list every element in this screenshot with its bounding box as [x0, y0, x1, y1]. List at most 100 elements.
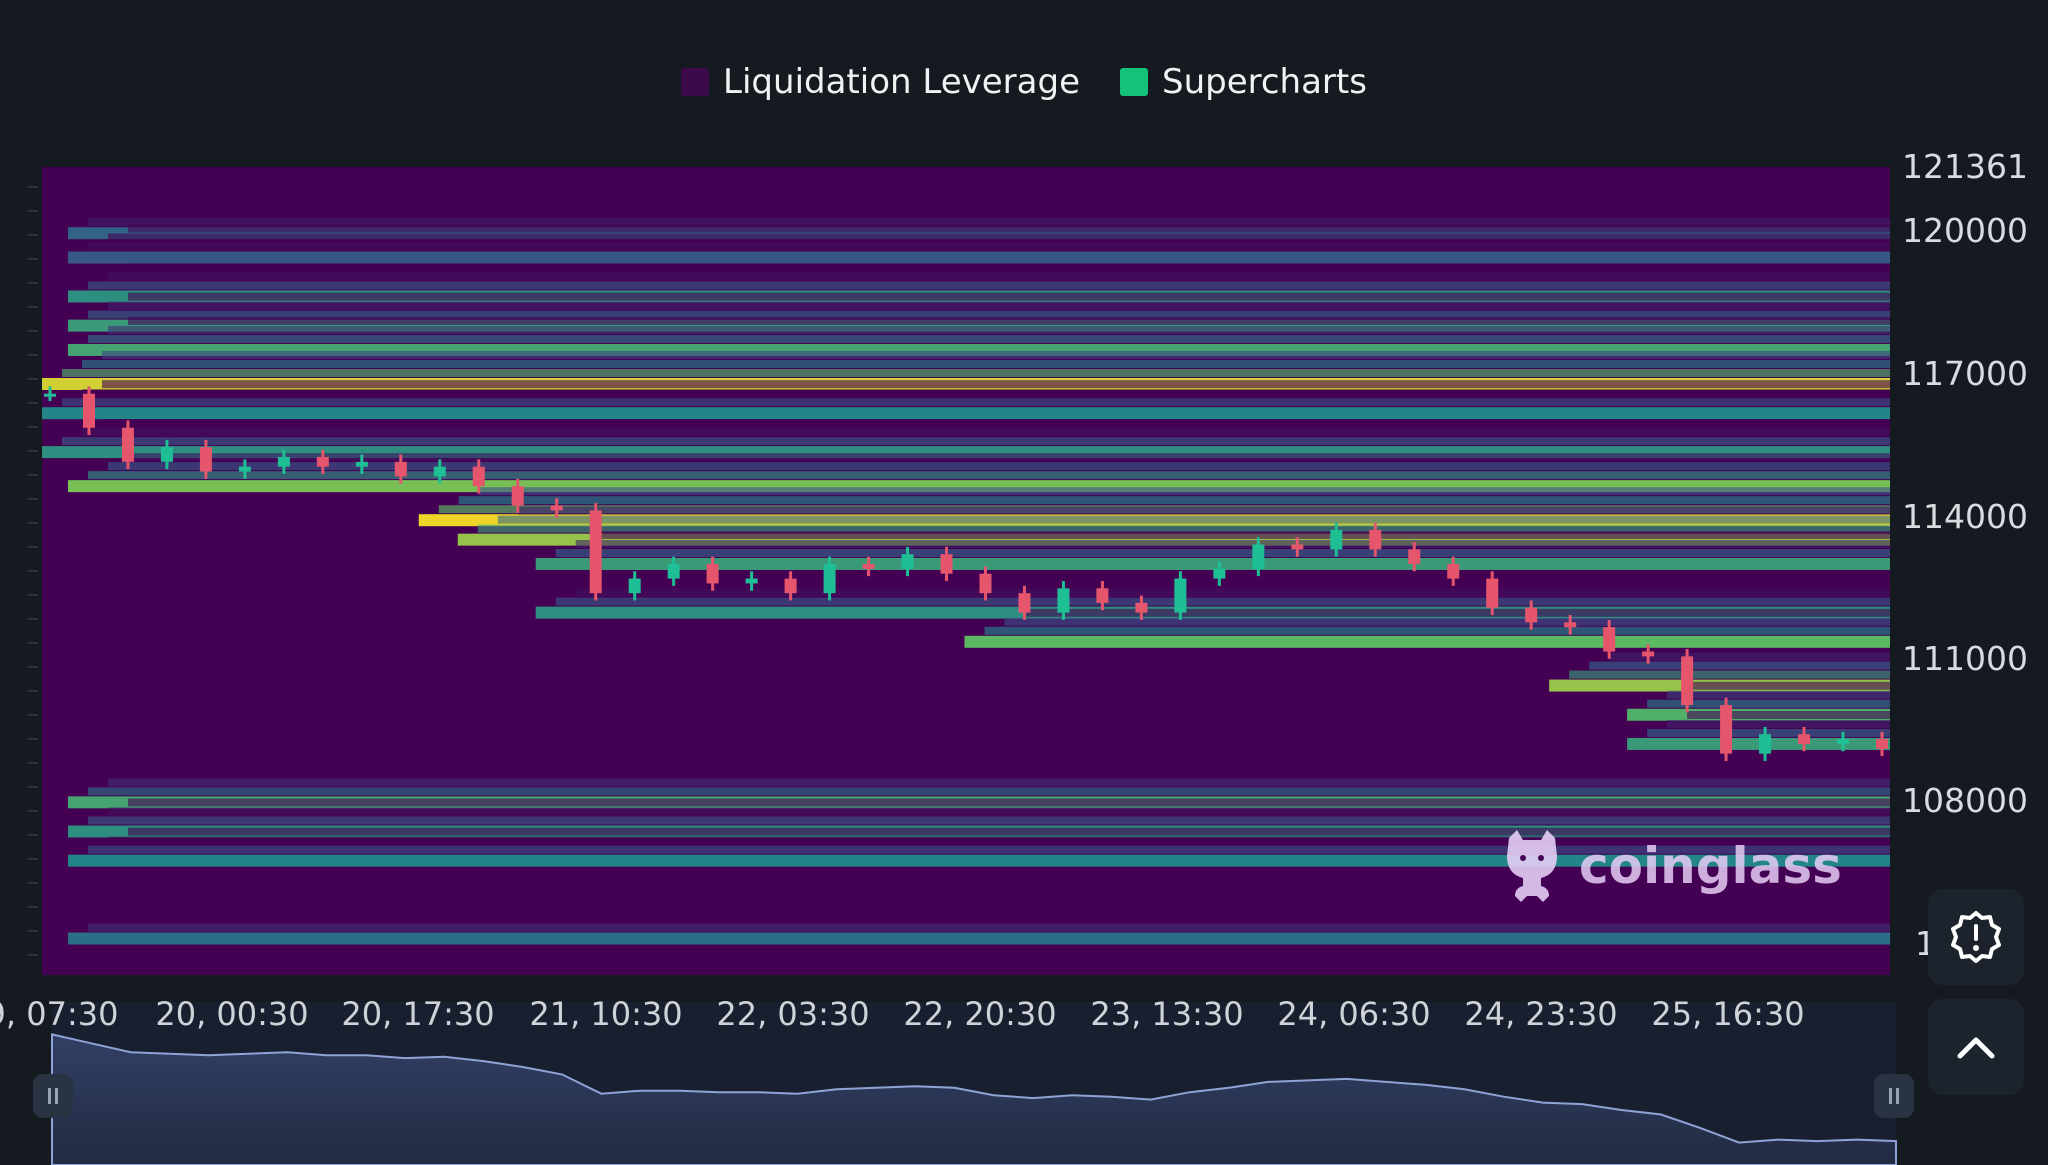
- y-tick-label: 121361: [1902, 147, 2028, 186]
- liquidation-band-halo: [102, 419, 1890, 428]
- candle-body: [1252, 544, 1265, 569]
- candle-body: [706, 563, 719, 584]
- chevron-up-icon: [1957, 1037, 1995, 1059]
- y-tick-label: 120000: [1902, 211, 2028, 250]
- liquidation-band-halo: [127, 316, 1891, 325]
- liquidation-band-halo: [575, 539, 1890, 548]
- liquidation-band: [42, 407, 1890, 420]
- y-tick-label: 114000: [1902, 497, 2028, 536]
- candle-body: [979, 573, 992, 594]
- candle-body: [1330, 529, 1343, 550]
- x-tick-label: 24, 23:30: [1464, 995, 1618, 1033]
- candle-body: [199, 447, 212, 472]
- candle-body: [316, 456, 329, 467]
- x-tick-label: 23, 13:30: [1090, 995, 1244, 1033]
- x-tick-label: 22, 20:30: [903, 995, 1057, 1033]
- candle-body: [238, 466, 251, 472]
- liquidation-band-halo: [517, 506, 1891, 515]
- liquidation-band-halo: [1667, 690, 1890, 699]
- candle-body: [1213, 568, 1226, 579]
- liquidation-band-halo: [1024, 608, 1890, 617]
- candle-body: [1408, 549, 1421, 564]
- scroll-to-top-button[interactable]: [1928, 999, 2024, 1095]
- candle-body: [1798, 734, 1811, 744]
- liquidation-band-halo: [87, 787, 1891, 796]
- liquidation-band-halo: [1687, 710, 1890, 719]
- liquidation-band-halo: [127, 200, 1891, 209]
- candle-body: [1876, 739, 1888, 749]
- candle-body: [589, 510, 602, 594]
- liquidation-band-halo: [102, 380, 1890, 389]
- candle-body: [667, 563, 680, 579]
- x-tick-label: 25, 16:30: [1651, 995, 1805, 1033]
- y-tick-label: 108000: [1902, 781, 2028, 820]
- candle-body: [511, 486, 524, 506]
- candle-body: [1018, 593, 1031, 613]
- candle-body: [472, 466, 485, 487]
- liquidation-band-halo: [107, 914, 1891, 923]
- navigator-left-handle[interactable]: [33, 1074, 73, 1118]
- candle-body: [628, 578, 641, 594]
- liquidation-band-halo: [127, 769, 1891, 778]
- liquidation-band-halo: [102, 350, 1890, 359]
- liquidation-band-halo: [1687, 681, 1890, 690]
- liquidation-band: [535, 557, 1890, 570]
- liquidation-band-halo: [478, 487, 1890, 496]
- candle-body: [1447, 563, 1460, 579]
- candle-body: [745, 578, 758, 584]
- liquidation-band-halo: [87, 816, 1891, 825]
- candle-body: [940, 554, 953, 574]
- liquidation-band-halo: [107, 272, 1891, 281]
- x-tick-label: 20, 00:30: [155, 995, 309, 1033]
- candle-body: [901, 554, 914, 569]
- liquidation-band-halo: [87, 334, 1891, 343]
- candle-body: [355, 461, 368, 467]
- candle-body: [862, 563, 875, 569]
- alert-button[interactable]: [1928, 889, 2024, 985]
- liquidation-band-halo: [458, 496, 1890, 505]
- candle-body: [1135, 602, 1148, 613]
- candle-body: [784, 578, 797, 594]
- liquidation-band-halo: [82, 389, 1890, 398]
- liquidation-band-halo: [87, 471, 1891, 480]
- liquidation-band-halo: [87, 923, 1891, 932]
- liquidation-band-halo: [107, 209, 1891, 218]
- candle-body: [433, 466, 446, 477]
- candle-body: [82, 393, 95, 428]
- x-tick-label: 22, 03:30: [716, 995, 870, 1033]
- candle-body: [1486, 578, 1499, 608]
- candle-body: [1096, 588, 1109, 603]
- liquidation-band-halo: [127, 453, 1891, 462]
- navigator-right-handle[interactable]: [1874, 1074, 1914, 1118]
- candle-body: [160, 447, 173, 462]
- candle-body: [823, 563, 836, 594]
- liquidation-band-halo: [1589, 661, 1890, 670]
- liquidation-band-halo: [107, 325, 1891, 334]
- pause-icon: [1889, 1088, 1899, 1104]
- candle-body: [394, 461, 407, 477]
- liquidation-heatmap-chart[interactable]: [0, 0, 2048, 1165]
- liquidation-band-halo: [82, 359, 1890, 368]
- y-tick-label: 111000: [1902, 639, 2028, 678]
- liquidation-band-halo: [1004, 617, 1890, 626]
- liquidation-band-halo: [595, 530, 1890, 539]
- liquidation-band: [1627, 737, 1890, 750]
- liquidation-band-halo: [127, 263, 1891, 272]
- candle-body: [44, 393, 56, 397]
- liquidation-band-halo: [87, 242, 1891, 251]
- candle-body: [1525, 607, 1538, 623]
- liquidation-band-halo: [62, 437, 1890, 446]
- liquidation-band-halo: [62, 368, 1890, 377]
- candle-body: [1369, 529, 1382, 550]
- x-tick-label: 9, 07:30: [0, 995, 119, 1033]
- liquidation-band-halo: [107, 807, 1891, 816]
- x-tick-label: 20, 17:30: [341, 995, 495, 1033]
- candle-body: [1681, 656, 1694, 706]
- candle-body: [1720, 705, 1733, 754]
- y-axis-minor-ticks: [28, 186, 38, 956]
- liquidation-band-halo: [87, 281, 1891, 290]
- liquidation-band-halo: [984, 626, 1890, 635]
- x-tick-label: 21, 10:30: [529, 995, 683, 1033]
- pause-icon: [48, 1088, 58, 1104]
- liquidation-band-halo: [1569, 670, 1890, 679]
